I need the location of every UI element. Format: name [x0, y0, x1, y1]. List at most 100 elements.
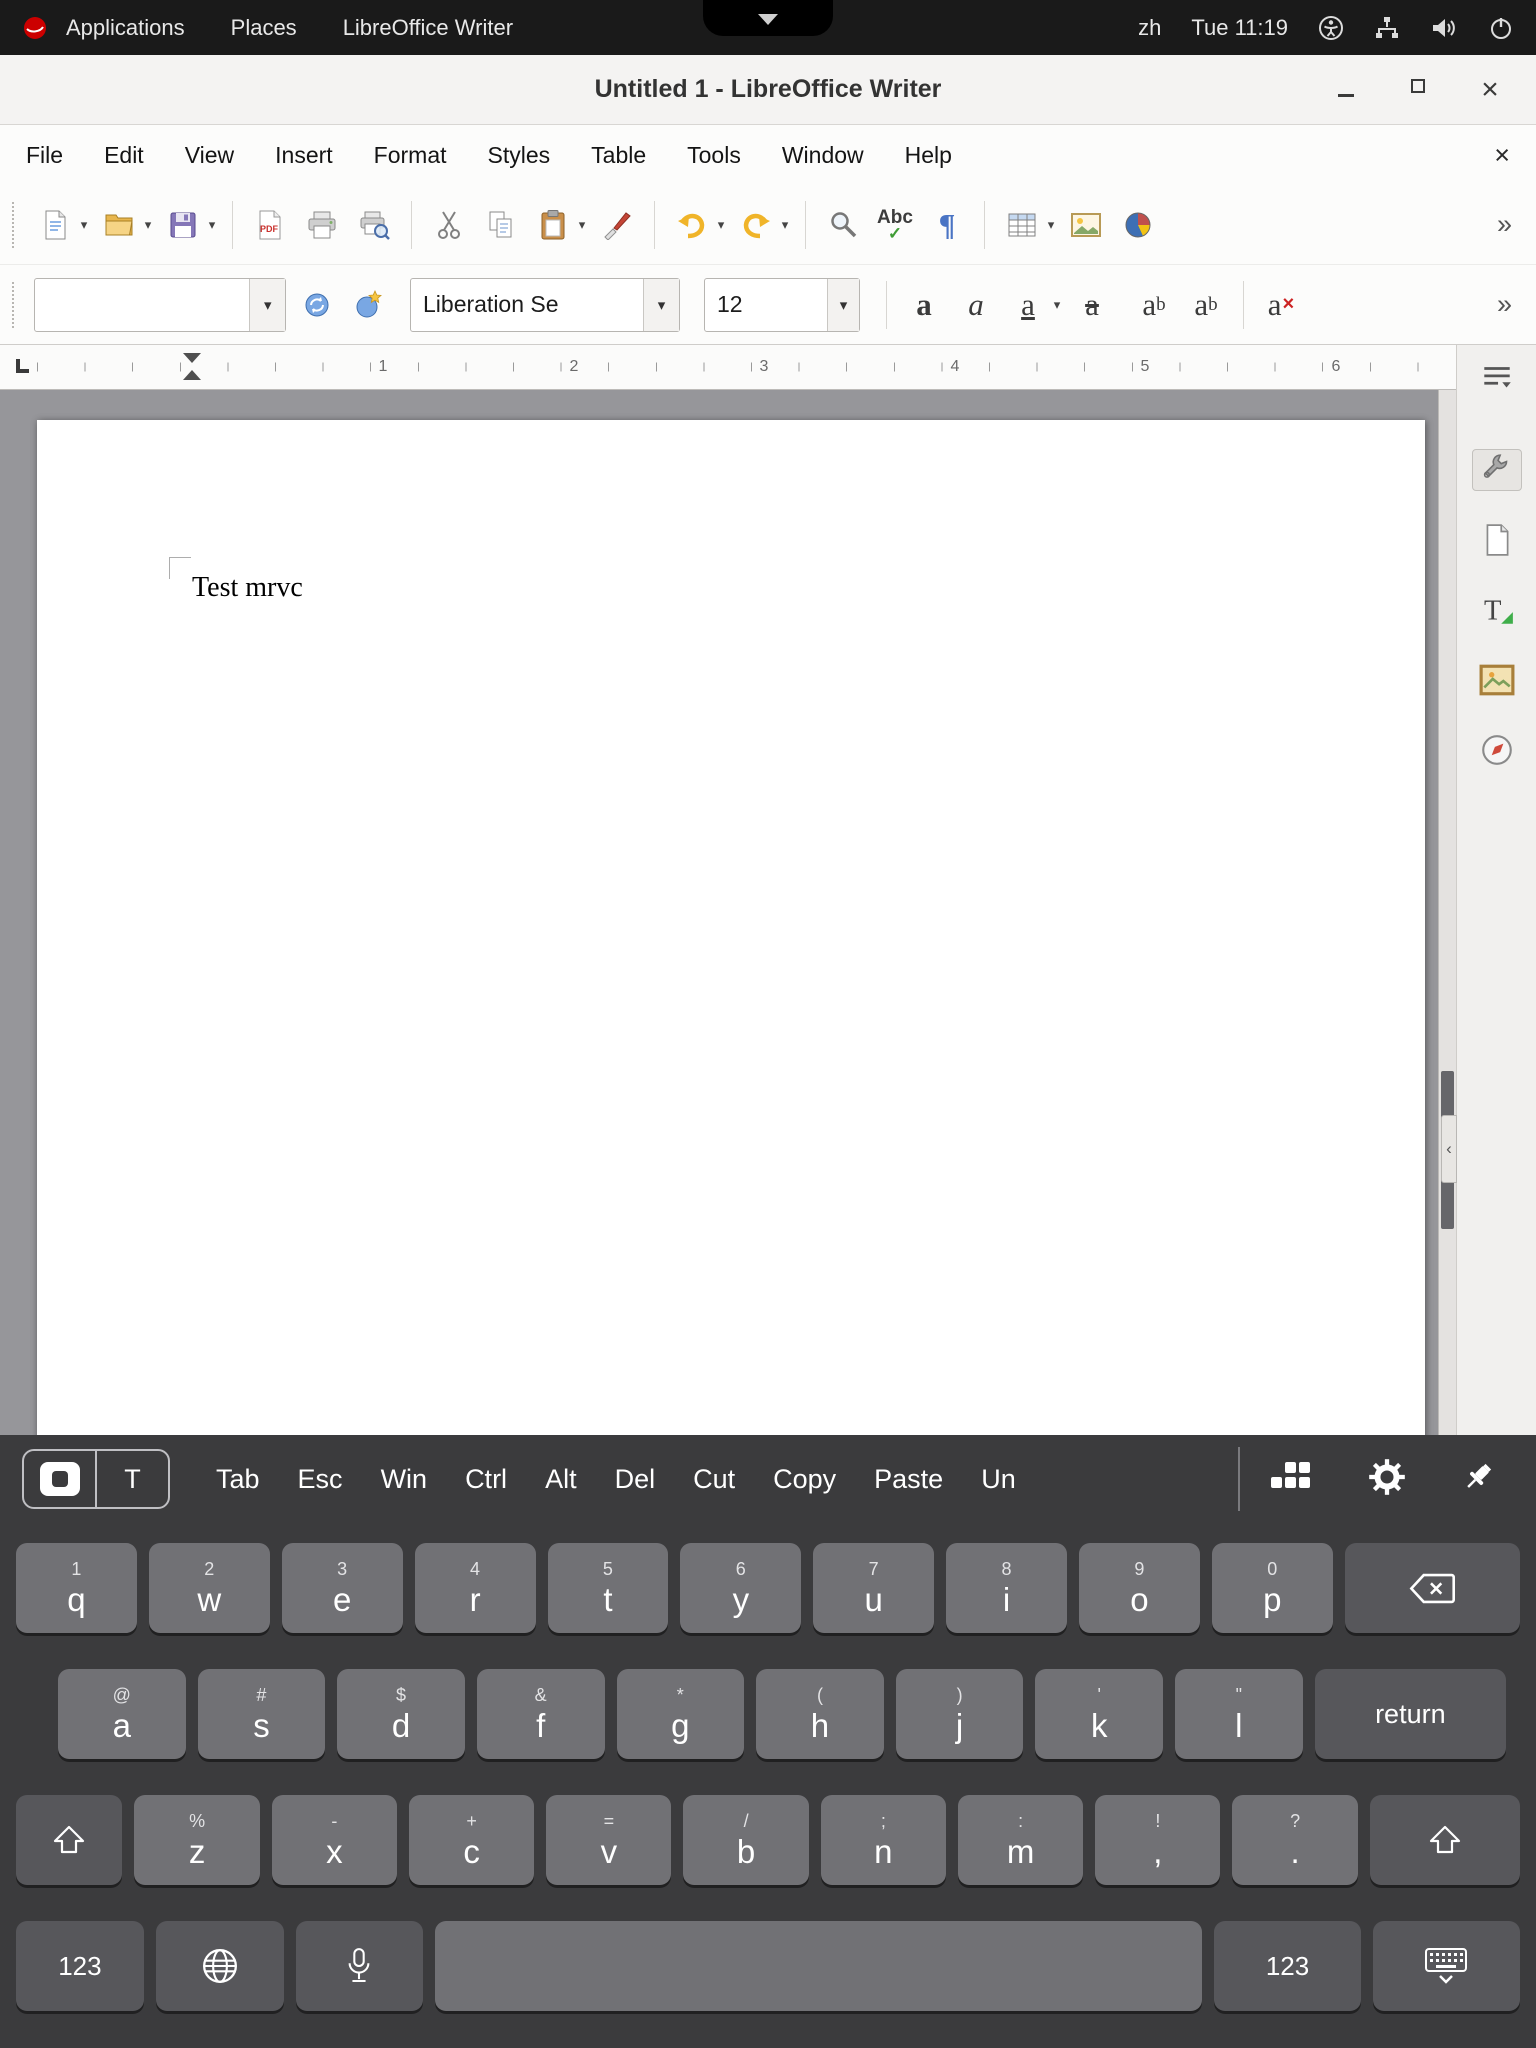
kb-shortcut-win[interactable]: Win: [381, 1464, 428, 1495]
insert-table-button[interactable]: [997, 195, 1047, 255]
toolbar-grip[interactable]: [12, 282, 18, 328]
open-button[interactable]: [94, 195, 144, 255]
key-i[interactable]: 8i: [946, 1543, 1067, 1633]
kb-shortcut-tab[interactable]: Tab: [216, 1464, 260, 1495]
toolbar-grip[interactable]: [12, 202, 18, 248]
kb-shortcut-undo[interactable]: Un: [981, 1464, 1016, 1495]
first-line-indent-handle[interactable]: [183, 353, 201, 363]
spelling-button[interactable]: Abc ✓: [870, 195, 920, 255]
key-l[interactable]: "l: [1175, 1669, 1303, 1759]
open-dropdown[interactable]: ▾: [140, 217, 156, 233]
underline-button[interactable]: a: [1003, 275, 1053, 335]
key-r[interactable]: 4r: [415, 1543, 536, 1633]
key-n[interactable]: ;n: [821, 1795, 946, 1885]
key-j[interactable]: )j: [896, 1669, 1024, 1759]
power-icon[interactable]: [1488, 15, 1514, 41]
insert-table-dropdown[interactable]: ▾: [1043, 217, 1059, 233]
paste-dropdown[interactable]: ▾: [574, 217, 590, 233]
redo-dropdown[interactable]: ▾: [777, 217, 793, 233]
insert-image-button[interactable]: [1061, 195, 1111, 255]
key-z[interactable]: %z: [134, 1795, 259, 1885]
document-text[interactable]: Test mrvc: [192, 572, 303, 604]
panel-menu-places[interactable]: Places: [231, 15, 297, 41]
key-g[interactable]: *g: [617, 1669, 745, 1759]
new-document-dropdown[interactable]: ▾: [76, 217, 92, 233]
horizontal-ruler[interactable]: 1 2 3 4 5 6: [0, 345, 1456, 390]
underline-dropdown[interactable]: ▾: [1049, 297, 1065, 313]
sidebar-tab-properties[interactable]: [1472, 449, 1522, 491]
clock[interactable]: Tue 11:19: [1191, 15, 1288, 41]
sidebar-tab-styles[interactable]: T: [1472, 589, 1522, 631]
save-button[interactable]: [158, 195, 208, 255]
pin-icon[interactable]: [1460, 1459, 1496, 1500]
key-dictation-mic[interactable]: [296, 1921, 424, 2011]
panel-notch[interactable]: [703, 0, 833, 36]
menu-tools[interactable]: Tools: [687, 142, 741, 169]
key-q[interactable]: 1q: [16, 1543, 137, 1633]
key-k[interactable]: 'k: [1035, 1669, 1163, 1759]
key-numbers-right[interactable]: 123: [1214, 1921, 1361, 2011]
copy-button[interactable]: [476, 195, 526, 255]
kb-shortcut-copy[interactable]: Copy: [773, 1464, 836, 1495]
font-size-dropdown[interactable]: ▾: [827, 279, 859, 331]
key-globe[interactable]: [156, 1921, 284, 2011]
key-u[interactable]: 7u: [813, 1543, 934, 1633]
save-dropdown[interactable]: ▾: [204, 217, 220, 233]
subscript-button[interactable]: ab: [1181, 275, 1231, 335]
kb-shortcut-esc[interactable]: Esc: [298, 1464, 343, 1495]
font-name-input[interactable]: [411, 291, 643, 318]
key-o[interactable]: 9o: [1079, 1543, 1200, 1633]
redo-button[interactable]: [731, 195, 781, 255]
menu-help[interactable]: Help: [905, 142, 952, 169]
menu-view[interactable]: View: [185, 142, 234, 169]
menu-table[interactable]: Table: [591, 142, 646, 169]
vertical-scrollbar[interactable]: [1438, 390, 1456, 1435]
formatting-marks-button[interactable]: ¶: [922, 195, 972, 255]
italic-button[interactable]: a: [951, 275, 1001, 335]
key-numbers-left[interactable]: 123: [16, 1921, 144, 2011]
key-return[interactable]: return: [1315, 1669, 1506, 1759]
new-document-button[interactable]: [30, 195, 80, 255]
tabstop-type-icon[interactable]: [16, 359, 29, 373]
key-m[interactable]: :m: [958, 1795, 1083, 1885]
volume-icon[interactable]: [1430, 15, 1458, 41]
gear-icon[interactable]: [1368, 1458, 1406, 1501]
sidebar-collapse-button[interactable]: ‹: [1441, 1115, 1457, 1183]
left-indent-handle[interactable]: [183, 370, 201, 380]
kb-shortcut-cut[interactable]: Cut: [693, 1464, 735, 1495]
update-style-button[interactable]: [292, 275, 342, 335]
key-shift-right[interactable]: [1370, 1795, 1520, 1885]
export-pdf-button[interactable]: PDF: [245, 195, 295, 255]
key-period[interactable]: ?.: [1232, 1795, 1357, 1885]
find-replace-button[interactable]: [818, 195, 868, 255]
key-c[interactable]: +c: [409, 1795, 534, 1885]
close-button[interactable]: ×: [1476, 76, 1504, 104]
undo-button[interactable]: [667, 195, 717, 255]
menu-file[interactable]: File: [26, 142, 63, 169]
minimize-button[interactable]: [1332, 76, 1360, 104]
font-name-dropdown[interactable]: ▾: [643, 279, 679, 331]
key-b[interactable]: /b: [683, 1795, 808, 1885]
print-preview-button[interactable]: [349, 195, 399, 255]
key-w[interactable]: 2w: [149, 1543, 270, 1633]
paragraph-style-input[interactable]: [35, 291, 249, 318]
toolbar-overflow-button[interactable]: »: [1497, 209, 1528, 240]
menu-styles[interactable]: Styles: [488, 142, 551, 169]
superscript-button[interactable]: ab: [1129, 275, 1179, 335]
document-close-icon[interactable]: ×: [1494, 142, 1510, 169]
sidebar-tab-navigator[interactable]: [1472, 729, 1522, 771]
key-a[interactable]: @a: [58, 1669, 186, 1759]
paragraph-style-dropdown[interactable]: ▾: [249, 279, 285, 331]
key-shift-left[interactable]: [16, 1795, 122, 1885]
sidebar-tab-page[interactable]: [1472, 519, 1522, 561]
key-t[interactable]: 5t: [548, 1543, 669, 1633]
toolbar-overflow-button[interactable]: »: [1497, 289, 1528, 320]
key-h[interactable]: (h: [756, 1669, 884, 1759]
document-canvas[interactable]: Test mrvc: [0, 390, 1438, 1435]
sidebar-settings-button[interactable]: [1472, 357, 1522, 399]
key-hide-keyboard[interactable]: [1373, 1921, 1520, 2011]
panel-menu-applications[interactable]: Applications: [66, 15, 185, 41]
key-space[interactable]: [435, 1921, 1202, 2011]
key-backspace[interactable]: [1345, 1543, 1520, 1633]
cut-button[interactable]: [424, 195, 474, 255]
